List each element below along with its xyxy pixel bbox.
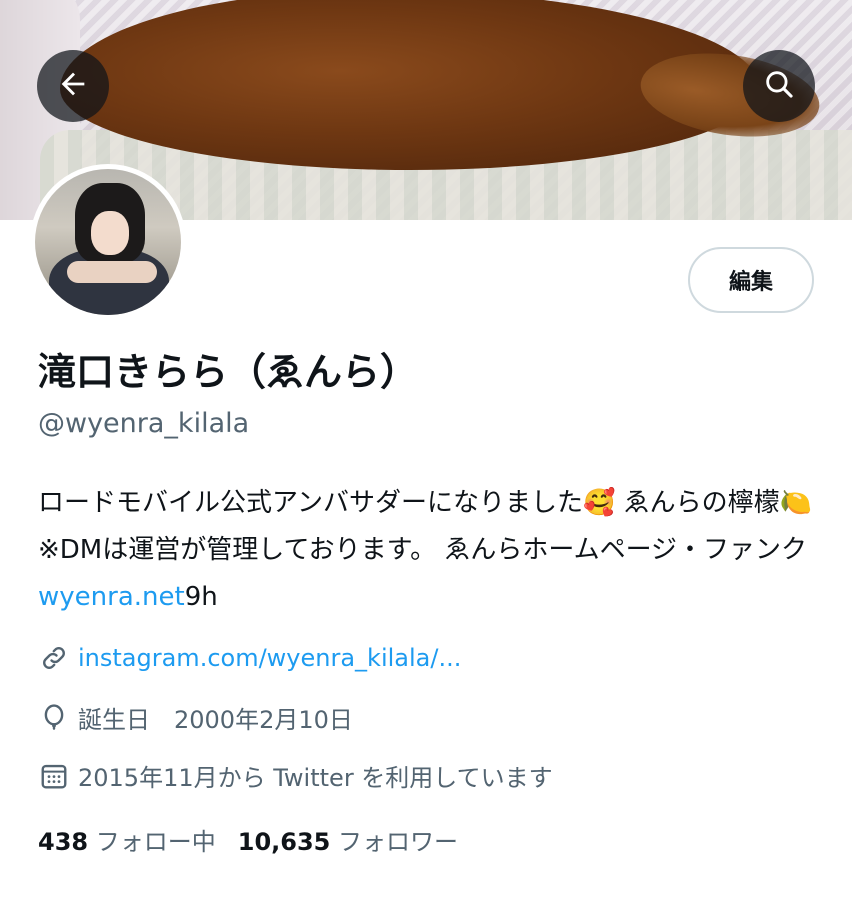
joined-text: 2015年11月から Twitter を利用しています (78, 764, 553, 792)
search-icon (762, 67, 796, 105)
bio-trailing: 9h (184, 582, 218, 612)
bio-link[interactable]: wyenra.net (38, 582, 185, 612)
following-count: 438 (38, 828, 89, 856)
balloon-icon (38, 702, 70, 734)
calendar-icon (38, 760, 70, 792)
edit-profile-button[interactable]: 編集 (688, 247, 814, 313)
avatar[interactable] (30, 164, 186, 320)
birthday-text: 誕生日 2000年2月10日 (78, 706, 353, 734)
avatar-image (35, 169, 181, 315)
website-row: instagram.com/wyenra_kilala/... (38, 642, 461, 674)
follow-stats: 438 フォロー中 10,635 フォロワー (38, 822, 458, 857)
followers-label: フォロワー (338, 828, 459, 856)
bio: ロードモバイル公式アンバサダーになりました🥰 ゑんらの檸檬🍋※DMは運営が管理し… (38, 480, 828, 621)
search-button[interactable] (743, 50, 815, 122)
link-icon (38, 642, 70, 674)
bio-text: ロードモバイル公式アンバサダーになりました🥰 ゑんらの檸檬🍋※DMは運営が管理し… (38, 488, 812, 565)
avatar-face (91, 211, 129, 255)
followers-link[interactable]: 10,635 フォロワー (238, 828, 458, 856)
website-link[interactable]: instagram.com/wyenra_kilala/... (78, 644, 461, 672)
display-name: 滝口きらら（ゑんら） (38, 350, 419, 394)
handle: @wyenra_kilala (38, 408, 250, 439)
back-button[interactable] (37, 50, 109, 122)
birthday-row: 誕生日 2000年2月10日 (38, 700, 353, 735)
following-link[interactable]: 438 フォロー中 (38, 828, 216, 856)
arrow-left-icon (56, 67, 90, 105)
following-label: フォロー中 (95, 828, 216, 856)
joined-row: 2015年11月から Twitter を利用しています (38, 758, 553, 793)
avatar-arm (67, 261, 157, 283)
followers-count: 10,635 (237, 828, 331, 856)
